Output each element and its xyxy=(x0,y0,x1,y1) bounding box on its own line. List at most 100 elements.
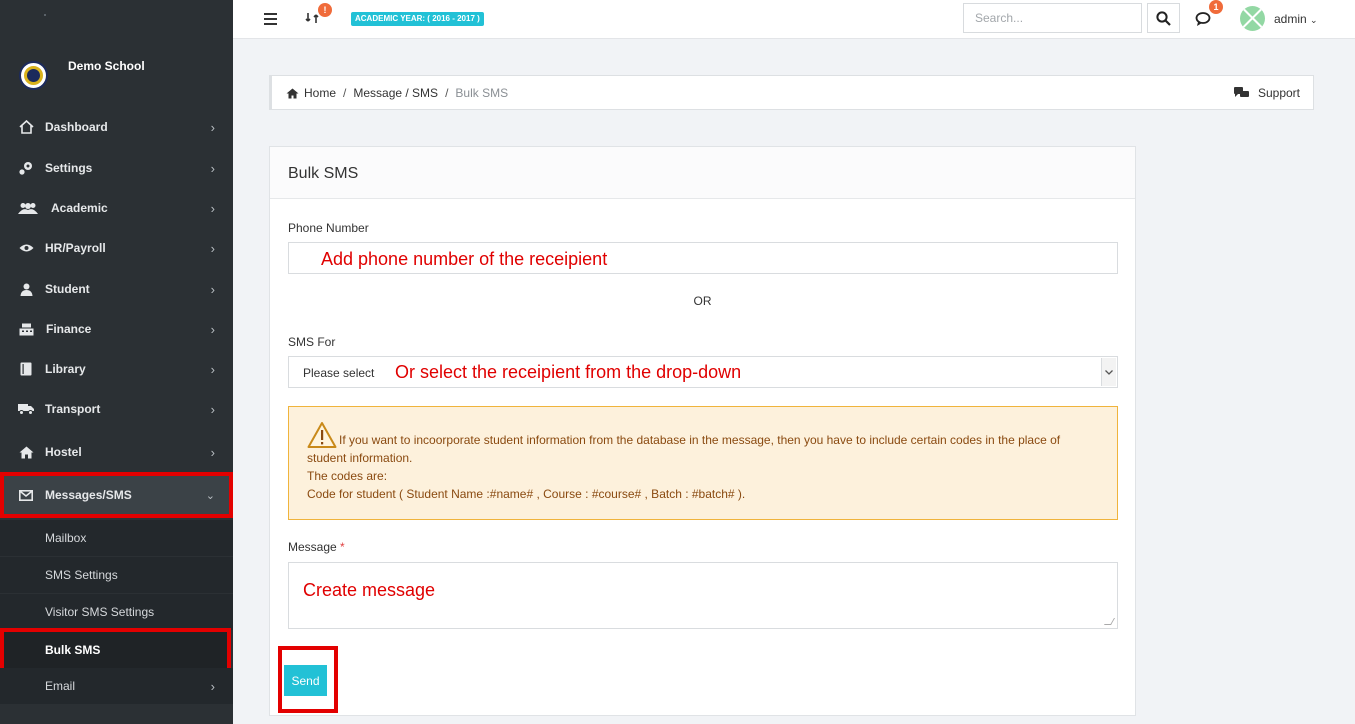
card-title: Bulk SMS xyxy=(288,165,359,182)
resize-handle-icon[interactable] xyxy=(1103,618,1116,625)
sidebar-item-library[interactable]: Library › xyxy=(0,349,233,389)
chevron-right-icon: › xyxy=(210,401,215,417)
sidebar-subitem-label: SMS Settings xyxy=(45,568,118,582)
user-menu[interactable]: admin ⌄ xyxy=(1274,12,1318,26)
send-highlight: Send xyxy=(278,646,338,713)
chevron-right-icon: › xyxy=(210,444,215,460)
bulk-sms-card: Bulk SMS Phone Number Add phone number o… xyxy=(269,146,1136,716)
breadcrumb-current: Bulk SMS xyxy=(455,86,509,100)
breadcrumb-home-link[interactable]: Home xyxy=(304,86,336,100)
phone-number-label: Phone Number xyxy=(288,221,369,235)
sidebar-item-label: Messages/SMS xyxy=(45,488,132,502)
cash-register-icon xyxy=(18,322,34,336)
search-icon xyxy=(1156,10,1171,26)
chat-badge: 1 xyxy=(1209,0,1223,14)
chevron-right-icon: › xyxy=(210,361,215,377)
phone-number-annotation: Add phone number of the receipient xyxy=(321,249,608,269)
school-header[interactable]: Demo School xyxy=(0,55,233,95)
sidebar-subitem-label: Email xyxy=(45,679,76,693)
home-icon xyxy=(18,120,34,134)
home-icon xyxy=(286,88,299,98)
comments-icon xyxy=(1233,87,1249,97)
sidebar-dot xyxy=(44,14,46,16)
breadcrumb: Home / Message / SMS / Bulk SMS Support xyxy=(269,75,1314,110)
sidebar-item-student[interactable]: Student › xyxy=(0,269,233,309)
house-icon xyxy=(18,445,34,459)
send-button[interactable]: Send xyxy=(284,665,327,696)
sms-for-selected-value: Please select xyxy=(303,366,375,380)
sidebar-item-hostel[interactable]: Hostel › xyxy=(0,432,233,472)
sidebar-item-hr-payroll[interactable]: HR/Payroll › xyxy=(0,228,233,268)
message-label: Message * xyxy=(288,540,345,554)
sidebar-subitem-mailbox[interactable]: Mailbox xyxy=(0,520,233,556)
alert-text-line2: The codes are: xyxy=(307,469,388,483)
warning-icon xyxy=(307,422,337,448)
sidebar-item-label: Academic xyxy=(51,201,108,215)
sidebar-item-label: HR/Payroll xyxy=(45,241,106,255)
avatar[interactable] xyxy=(1240,6,1265,31)
book-icon xyxy=(18,362,34,376)
academic-year-badge[interactable]: ACADEMIC YEAR: ( 2016 - 2017 ) xyxy=(351,12,484,26)
sidebar-subitem-email[interactable]: Email › xyxy=(0,668,233,704)
chevron-right-icon: › xyxy=(210,281,215,297)
support-link[interactable]: Support xyxy=(1233,86,1300,100)
chevron-down-icon: ⌄ xyxy=(205,489,215,502)
chevron-right-icon: › xyxy=(210,678,215,694)
search-button[interactable] xyxy=(1147,3,1180,33)
info-alert: If you want to incoorporate student info… xyxy=(288,406,1118,520)
school-logo-icon xyxy=(19,61,48,90)
breadcrumb-separator: / xyxy=(445,86,449,100)
alert-text-line1: If you want to incoorporate student info… xyxy=(307,433,1061,465)
school-name: Demo School xyxy=(68,59,145,73)
chevron-right-icon: › xyxy=(210,200,215,216)
eye-icon xyxy=(18,241,34,255)
required-marker: * xyxy=(340,540,345,554)
chevron-right-icon: › xyxy=(210,240,215,256)
breadcrumb-separator: / xyxy=(343,86,347,100)
sidebar-item-label: Transport xyxy=(45,402,101,416)
breadcrumb-section-link[interactable]: Message / SMS xyxy=(353,86,438,100)
sidebar-subitem-bulk-sms[interactable]: Bulk SMS xyxy=(0,628,231,672)
sidebar-item-label: Student xyxy=(45,282,90,296)
user-name: admin xyxy=(1274,12,1307,26)
sidebar-item-label: Finance xyxy=(46,322,92,336)
sms-for-annotation: Or select the receipient from the drop-d… xyxy=(395,362,742,382)
message-label-text: Message xyxy=(288,540,337,554)
sidebar: Demo School Dashboard › Settings › Acade… xyxy=(0,0,233,724)
chevron-right-icon: › xyxy=(210,321,215,337)
sidebar-item-label: Dashboard xyxy=(45,120,108,134)
sync-badge: ! xyxy=(318,3,332,17)
sidebar-item-label: Library xyxy=(45,362,86,376)
truck-icon xyxy=(18,402,34,416)
sidebar-subitem-sms-settings[interactable]: SMS Settings xyxy=(0,557,233,593)
top-bar: ! ACADEMIC YEAR: ( 2016 - 2017 ) 1 admin… xyxy=(233,0,1355,39)
card-header: Bulk SMS xyxy=(270,147,1135,199)
or-divider: OR xyxy=(693,294,712,308)
chevron-right-icon: › xyxy=(210,119,215,135)
sidebar-subitem-visitor-sms-settings[interactable]: Visitor SMS Settings xyxy=(0,594,233,630)
users-icon xyxy=(18,201,38,215)
alert-text-line3: Code for student ( Student Name :#name# … xyxy=(307,487,746,501)
chevron-down-icon: ⌄ xyxy=(1310,15,1318,25)
message-annotation: Create message xyxy=(303,580,436,600)
sidebar-item-settings[interactable]: Settings › xyxy=(0,148,233,188)
sms-for-select[interactable]: Please select Or select the receipient f… xyxy=(288,356,1118,388)
sidebar-item-dashboard[interactable]: Dashboard › xyxy=(0,107,233,147)
phone-number-input[interactable]: Add phone number of the receipient xyxy=(288,242,1118,274)
envelope-icon xyxy=(18,488,34,502)
sidebar-item-transport[interactable]: Transport › xyxy=(0,389,233,429)
sidebar-item-messages-sms[interactable]: Messages/SMS ⌄ xyxy=(0,472,233,518)
search-input[interactable] xyxy=(963,3,1142,33)
cogs-icon xyxy=(18,161,34,175)
menu-toggle-icon[interactable] xyxy=(264,13,277,25)
sidebar-item-label: Settings xyxy=(45,161,93,175)
chevron-down-icon xyxy=(1101,358,1116,386)
message-textarea[interactable]: Create message xyxy=(288,562,1118,629)
sidebar-subitem-label: Mailbox xyxy=(45,531,87,545)
sidebar-item-finance[interactable]: Finance › xyxy=(0,309,233,349)
support-label: Support xyxy=(1257,86,1300,100)
chevron-right-icon: › xyxy=(210,160,215,176)
sidebar-item-academic[interactable]: Academic › xyxy=(0,188,233,228)
chat-icon[interactable] xyxy=(1195,11,1213,27)
sidebar-subitem-label: Bulk SMS xyxy=(45,643,101,657)
